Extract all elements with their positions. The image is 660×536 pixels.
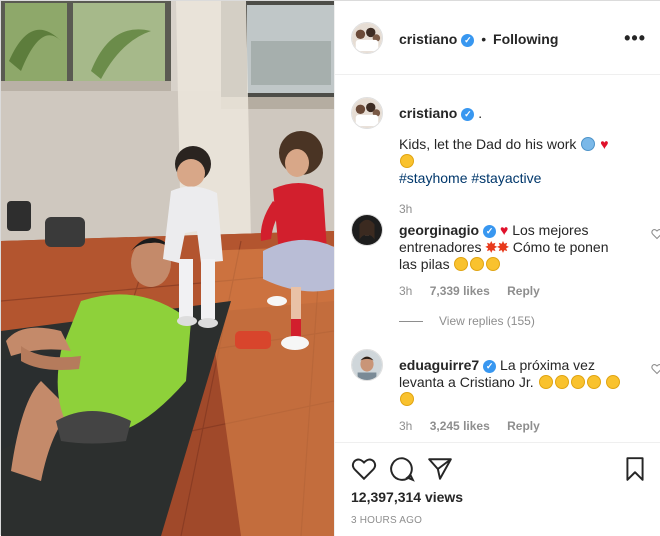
comments-section[interactable]: cristiano ✓ . Kids, let the Dad do his wo… [335, 76, 660, 442]
view-replies-line [399, 321, 423, 323]
caption-hashtags: #stayhome #stayactive [399, 170, 627, 187]
verified-badge-icon: ✓ [461, 34, 475, 47]
header-row: cristiano ✓ • Following [399, 31, 558, 47]
paper-plane-icon[interactable] [427, 456, 453, 482]
comment-body: eduaguirre7 ✓ La próxima vez levanta a Cr… [399, 357, 627, 435]
red-heart-emoji-icon: ♥ [500, 222, 509, 238]
reply-button[interactable]: Reply [507, 284, 540, 298]
post-photo[interactable] [1, 1, 334, 536]
like-comment-heart-icon[interactable] [651, 228, 660, 240]
post-photo-illustration [1, 1, 334, 536]
author-avatar-image [352, 23, 382, 53]
bookmark-icon[interactable] [622, 456, 648, 482]
comment-meta: 3h 7,339 likes Reply [399, 283, 627, 300]
instagram-post: cristiano ✓ • Following ••• cristiano ✓ … [0, 0, 660, 536]
author-username[interactable]: cristiano [399, 31, 457, 47]
rolling-laughing-emoji-icon [554, 375, 569, 389]
kissing-face-emoji-icon [606, 375, 621, 389]
author-avatar[interactable] [351, 22, 383, 54]
caption-meta: 3h [399, 201, 627, 218]
comment-avatar-image [352, 215, 382, 245]
view-replies-label: View replies (155) [439, 314, 535, 328]
view-replies-button[interactable]: View replies (155) [399, 314, 535, 328]
verified-badge-icon: ✓ [483, 360, 497, 373]
comment-avatar[interactable] [351, 214, 383, 246]
speech-bubble-icon[interactable] [389, 456, 415, 482]
caption-trailing: . [478, 105, 483, 121]
hashtag-stayhome[interactable]: #stayhome [399, 170, 467, 186]
caption-text: Kids, let the Dad do his work [399, 136, 577, 152]
post-header: cristiano ✓ • Following ••• [335, 1, 660, 75]
comment-author[interactable]: georginagio [399, 222, 479, 238]
verified-badge-icon: ✓ [461, 108, 475, 121]
post-side-panel: cristiano ✓ • Following ••• cristiano ✓ … [334, 1, 660, 536]
rolling-laughing-emoji-icon [538, 375, 553, 389]
comment-likes[interactable]: 7,339 likes [430, 284, 490, 298]
following-button[interactable]: Following [493, 31, 558, 47]
winking-tongue-emoji-icon [400, 154, 414, 168]
follow-separator: • [481, 31, 487, 47]
comment-time[interactable]: 3h [399, 419, 412, 433]
comment-avatar[interactable] [351, 349, 383, 381]
caption-author[interactable]: cristiano [399, 105, 457, 121]
grinning-emoji-icon [586, 375, 601, 389]
rolling-laughing-emoji-icon [570, 375, 585, 389]
caption-avatar-image [352, 98, 382, 128]
face-screaming-emoji-icon [581, 137, 596, 151]
comment-meta: 3h 3,245 likes Reply [399, 418, 627, 435]
like-comment-heart-icon[interactable] [651, 363, 660, 375]
kissing-face-emoji-icon [400, 392, 414, 406]
collision-emoji-icon: ✸✸ [485, 239, 509, 255]
comment-time[interactable]: 3h [399, 284, 412, 298]
rolling-laughing-emoji-icon [486, 257, 501, 271]
comment-body: georginagio ✓ ♥ Los mejores entrenadores … [399, 222, 627, 300]
red-heart-emoji-icon: ♥ [600, 136, 609, 152]
comment-avatar-image [352, 350, 382, 380]
rolling-laughing-emoji-icon [454, 257, 469, 271]
rolling-laughing-emoji-icon [470, 257, 485, 271]
caption-body: cristiano ✓ . Kids, let the Dad do his wo… [399, 105, 627, 218]
caption-time[interactable]: 3h [399, 202, 412, 216]
reply-button[interactable]: Reply [507, 419, 540, 433]
caption-avatar[interactable] [351, 97, 383, 129]
more-options-icon[interactable]: ••• [624, 29, 646, 47]
views-count[interactable]: 12,397,314 views [351, 489, 463, 505]
caption-text-line: Kids, let the Dad do his work ♥ [399, 136, 627, 170]
comment-author[interactable]: eduaguirre7 [399, 357, 479, 373]
heart-outline-icon[interactable] [351, 456, 377, 482]
verified-badge-icon: ✓ [483, 225, 497, 238]
post-timestamp[interactable]: 3 HOURS AGO [351, 515, 422, 526]
hashtag-stayactive[interactable]: #stayactive [471, 170, 541, 186]
comment-likes[interactable]: 3,245 likes [430, 419, 490, 433]
post-actions: 12,397,314 views 3 HOURS AGO [335, 442, 660, 536]
